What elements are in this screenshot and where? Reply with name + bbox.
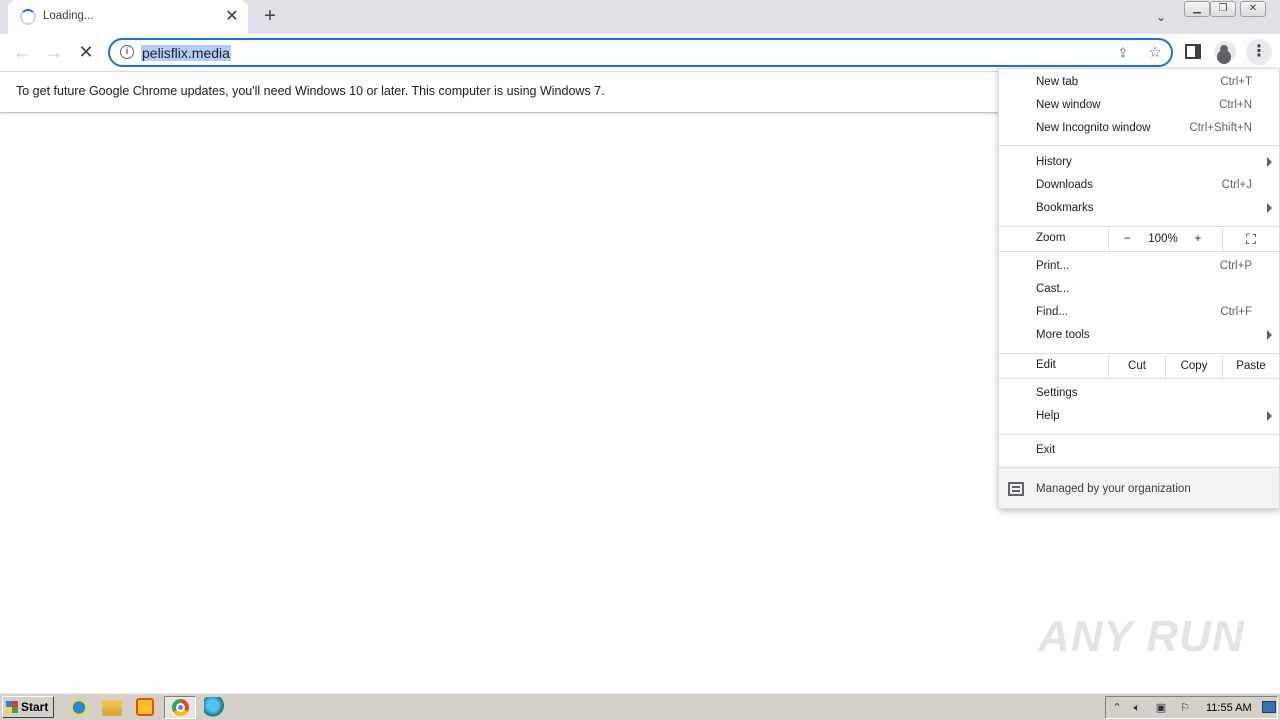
menu-item-exit[interactable]: Exit <box>999 440 1279 463</box>
menu-row-zoom: Zoom − 100% + ⛶ <box>999 228 1279 251</box>
chrome-menu: New tab Ctrl+T New window Ctrl+N New Inc… <box>998 68 1280 509</box>
menu-separator <box>999 251 1279 252</box>
submenu-arrow-icon <box>1267 330 1272 340</box>
media-player-icon[interactable] <box>136 698 154 716</box>
building-icon <box>1008 482 1024 496</box>
chevron-down-icon[interactable]: ⌄ <box>1150 6 1172 28</box>
menu-label: Downloads <box>1036 179 1093 191</box>
menu-label: New tab <box>1036 76 1079 88</box>
update-infobar: To get future Google Chrome updates, you… <box>0 71 1000 113</box>
internet-explorer-icon[interactable] <box>68 697 90 718</box>
submenu-arrow-icon <box>1267 411 1272 421</box>
edge-icon[interactable] <box>204 697 226 718</box>
fullscreen-icon[interactable]: ⛶ <box>1222 228 1279 251</box>
stop-loading-button[interactable]: ✕ <box>74 40 98 64</box>
menu-label: History <box>1036 156 1072 168</box>
menu-item-more-tools[interactable]: More tools <box>999 325 1279 348</box>
menu-separator <box>999 226 1279 227</box>
menu-item-new-incognito[interactable]: New Incognito window Ctrl+Shift+N <box>999 118 1279 141</box>
menu-item-settings[interactable]: Settings <box>999 383 1279 406</box>
menu-label: Bookmarks <box>1036 202 1094 214</box>
submenu-arrow-icon <box>1267 157 1272 167</box>
forward-button[interactable]: → <box>42 40 66 64</box>
close-window-button[interactable]: ✕ <box>1240 1 1266 17</box>
copy-button[interactable]: Copy <box>1165 355 1222 378</box>
url-text[interactable]: pelisflix.media <box>141 45 231 61</box>
menu-item-new-window[interactable]: New window Ctrl+N <box>999 95 1279 118</box>
menu-label: New Incognito window <box>1036 122 1151 134</box>
managed-label: Managed by your organization <box>1036 483 1191 495</box>
action-center-flag-icon[interactable]: ⚐ <box>1178 701 1192 715</box>
menu-item-new-tab[interactable]: New tab Ctrl+T <box>999 72 1279 95</box>
back-button[interactable]: ← <box>10 40 34 64</box>
menu-label: Exit <box>1036 444 1056 456</box>
menu-row-edit: Edit Cut Copy Paste <box>999 355 1279 378</box>
minimize-button[interactable]: ▁ <box>1184 1 1210 17</box>
restore-button[interactable]: ❐ <box>1210 1 1236 17</box>
menu-label: Find... <box>1036 306 1068 318</box>
tab-loading[interactable]: Loading... ✕ <box>8 0 248 34</box>
zoom-in-button[interactable]: + <box>1180 228 1216 251</box>
menu-shortcut: Ctrl+N <box>1219 99 1252 111</box>
volume-icon[interactable]: 🔈︎ <box>1130 701 1144 715</box>
address-bar[interactable]: i pelisflix.media ⇪ ☆ <box>108 38 1173 67</box>
close-icon[interactable]: ✕ <box>222 7 242 27</box>
infobar-message: To get future Google Chrome updates, you… <box>16 84 605 98</box>
menu-shortcut: Ctrl+P <box>1219 260 1252 272</box>
submenu-arrow-icon <box>1267 203 1272 213</box>
profile-avatar-icon[interactable] <box>1214 41 1236 63</box>
menu-item-help[interactable]: Help <box>999 406 1279 429</box>
chrome-taskbar-button[interactable] <box>164 696 196 719</box>
zoom-out-button[interactable]: − <box>1108 228 1146 251</box>
show-hidden-icons-icon[interactable]: ⌃ <box>1110 701 1124 715</box>
bookmark-star-icon[interactable]: ☆ <box>1145 43 1165 63</box>
menu-separator <box>999 434 1279 435</box>
menu-separator <box>999 353 1279 354</box>
new-tab-button[interactable]: + <box>258 5 282 29</box>
menu-separator <box>999 378 1279 379</box>
menu-label: Print... <box>1036 260 1070 272</box>
menu-separator <box>999 145 1279 146</box>
menu-label: Edit <box>1036 359 1056 371</box>
network-icon[interactable]: ▣ <box>1154 701 1168 715</box>
start-button[interactable]: Start <box>2 696 54 718</box>
menu-label: Zoom <box>1036 232 1066 244</box>
clock[interactable]: 11:55 AM <box>1206 702 1252 714</box>
info-icon[interactable]: i <box>120 45 134 59</box>
menu-label: New window <box>1036 99 1101 111</box>
menu-item-downloads[interactable]: Downloads Ctrl+J <box>999 175 1279 198</box>
menu-item-cast[interactable]: Cast... <box>999 279 1279 302</box>
system-tray: ⌃ 🔈︎ ▣ ⚐ 11:55 AM <box>1105 696 1278 719</box>
anyrun-watermark: ANY RUN <box>1038 612 1245 661</box>
menu-shortcut: Ctrl+F <box>1220 306 1252 318</box>
menu-item-history[interactable]: History <box>999 152 1279 175</box>
taskbar: Start ⌃ 🔈︎ ▣ ⚐ 11:55 AM <box>0 693 1280 720</box>
menu-label: Settings <box>1036 387 1078 399</box>
menu-shortcut: Ctrl+T <box>1220 76 1252 88</box>
menu-label: Cast... <box>1036 283 1070 295</box>
tab-title: Loading... <box>43 10 94 22</box>
menu-label: Help <box>1036 410 1060 422</box>
menu-item-bookmarks[interactable]: Bookmarks <box>999 198 1279 221</box>
tab-strip: Loading... ✕ + ⌄ ▁ ❐ ✕ <box>0 0 1280 34</box>
zoom-level: 100% <box>1148 233 1178 245</box>
kebab-menu-icon[interactable]: ⋮ <box>1246 39 1272 65</box>
menu-shortcut: Ctrl+Shift+N <box>1189 122 1252 134</box>
show-desktop-icon[interactable] <box>1262 701 1276 713</box>
cut-button[interactable]: Cut <box>1108 355 1165 378</box>
menu-shortcut: Ctrl+J <box>1221 179 1252 191</box>
side-panel-icon[interactable] <box>1185 44 1201 59</box>
menu-label: More tools <box>1036 329 1090 341</box>
menu-item-print[interactable]: Print... Ctrl+P <box>999 256 1279 279</box>
menu-item-find[interactable]: Find... Ctrl+F <box>999 302 1279 325</box>
chrome-icon <box>172 699 189 716</box>
loading-spinner-icon <box>20 9 36 25</box>
toolbar: ← → ✕ i pelisflix.media ⇪ ☆ ⋮ <box>0 34 1280 71</box>
paste-button[interactable]: Paste <box>1222 355 1279 378</box>
share-icon[interactable]: ⇪ <box>1113 43 1133 63</box>
file-explorer-icon[interactable] <box>102 700 122 716</box>
